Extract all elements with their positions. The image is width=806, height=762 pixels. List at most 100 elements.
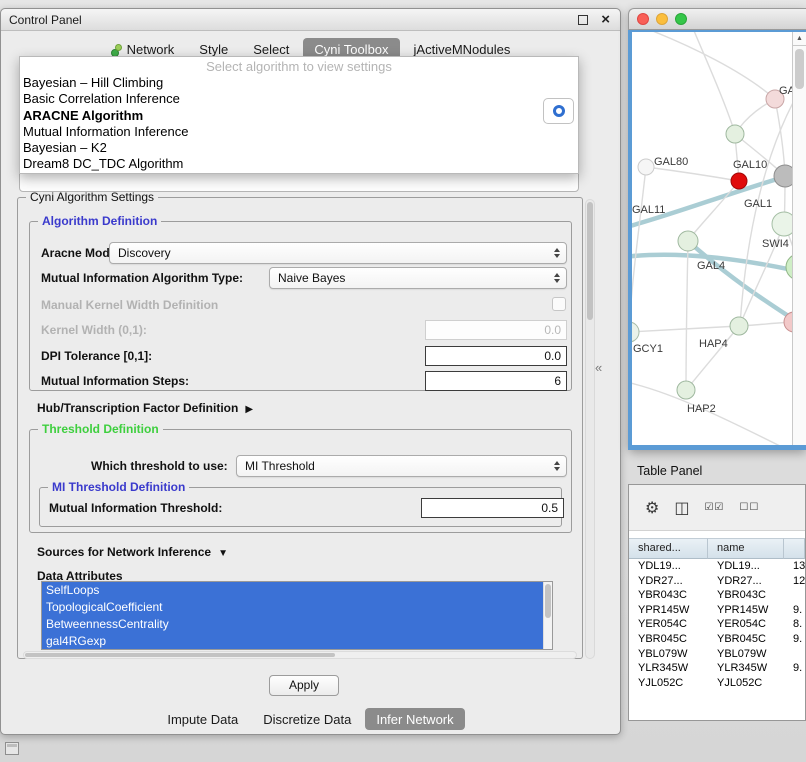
table-panel: ⚙ ◫ ☑☑ ☐☐ shared...name YDL19...YDL19...…	[628, 484, 806, 721]
network-node-gal10[interactable]	[731, 173, 747, 189]
dpi-tolerance-input[interactable]: 0.0	[425, 346, 567, 366]
network-edge[interactable]	[688, 241, 792, 321]
collapse-panel-icon[interactable]: «	[595, 360, 602, 375]
table-row[interactable]: YDL19...YDL19...13	[629, 559, 805, 574]
mi-threshold-input[interactable]: 0.5	[421, 498, 564, 518]
scrollbar-thumb[interactable]	[795, 49, 804, 89]
algorithm-option-dream8-dc-tdc-algorithm[interactable]: Dream8 DC_TDC Algorithm	[20, 156, 578, 172]
close-traffic-light-icon[interactable]	[637, 13, 649, 25]
tab-infer-network[interactable]: Infer Network	[365, 708, 464, 730]
select-columns-icon[interactable]: ☑☑	[704, 502, 724, 513]
aracne-mode-select[interactable]: Discovery	[109, 242, 567, 264]
minimized-window-icon[interactable]	[5, 742, 19, 755]
network-edge[interactable]	[632, 326, 739, 332]
table-cell: YDL19...	[708, 559, 784, 574]
table-cell: 9.	[784, 632, 805, 647]
mi-algorithm-type-select[interactable]: Naive Bayes	[269, 267, 567, 289]
tab-label: Impute Data	[167, 712, 238, 727]
kernel-width-input[interactable]: 0.0	[425, 320, 567, 340]
network-edge[interactable]	[632, 167, 646, 331]
mi-steps-input[interactable]: 6	[425, 371, 567, 391]
network-window-titlebar[interactable]	[628, 8, 806, 30]
column-header[interactable]: shared...	[629, 538, 708, 559]
table-row[interactable]: YPR145WYPR145W9.	[629, 603, 805, 618]
algorithm-option-mutual-information-inference[interactable]: Mutual Information Inference	[20, 124, 578, 140]
network-vertical-scrollbar[interactable]: ▲	[792, 32, 806, 445]
network-node[interactable]	[726, 125, 744, 143]
column-header[interactable]	[784, 538, 805, 559]
table-row[interactable]: YDR27...YDR27...12	[629, 574, 805, 589]
network-node-hap2[interactable]	[677, 381, 695, 399]
algorithm-info-button[interactable]	[543, 98, 574, 124]
network-edge[interactable]	[640, 32, 775, 99]
column-header[interactable]: name	[708, 538, 784, 559]
network-edge[interactable]	[690, 181, 739, 238]
network-edge[interactable]	[646, 167, 739, 181]
data-attribute-item[interactable]: SelfLoops	[42, 582, 543, 599]
scrollbar-thumb[interactable]	[25, 653, 335, 657]
network-node[interactable]	[730, 317, 748, 335]
dpi-tolerance-label: DPI Tolerance [0,1]:	[41, 345, 152, 367]
network-edge[interactable]	[687, 326, 739, 389]
network-node-gal4[interactable]	[678, 231, 698, 251]
tab-impute-data[interactable]: Impute Data	[156, 708, 249, 730]
scrollbar-thumb[interactable]	[587, 202, 593, 320]
control-panel-window: Control Panel × NetworkStyleSelectCyni T…	[0, 8, 621, 735]
network-node[interactable]	[638, 159, 654, 175]
scrollbar-thumb[interactable]	[545, 584, 551, 618]
hub-definition-toggle[interactable]: Hub/Transcription Factor Definition▶	[37, 401, 253, 415]
tab-label: Select	[253, 42, 289, 57]
list-vertical-scrollbar[interactable]	[543, 582, 552, 649]
which-threshold-label: Which threshold to use:	[91, 455, 228, 477]
table-row[interactable]: YLR345WYLR345W9.	[629, 661, 805, 676]
algorithm-definition-title: Algorithm Definition	[38, 214, 161, 228]
which-threshold-select[interactable]: MI Threshold	[236, 455, 567, 477]
tab-label: Network	[127, 42, 175, 57]
zoom-traffic-light-icon[interactable]	[675, 13, 687, 25]
apply-button[interactable]: Apply	[269, 675, 339, 696]
float-window-icon[interactable]	[578, 15, 588, 25]
deselect-columns-icon[interactable]: ☐☐	[739, 502, 759, 513]
network-node-gcy1[interactable]	[632, 322, 639, 342]
algorithm-option-basic-correlation-inference[interactable]: Basic Correlation Inference	[20, 91, 578, 107]
algorithm-option-bayesian-hill-climbing[interactable]: Bayesian – Hill Climbing	[20, 75, 578, 91]
threshold-definition-title: Threshold Definition	[38, 422, 163, 436]
table-cell: YPR145W	[629, 603, 708, 618]
settings-vertical-scrollbar[interactable]	[585, 199, 595, 659]
scroll-up-icon[interactable]: ▲	[793, 32, 806, 46]
table-row[interactable]: YBR045CYBR045C9.	[629, 632, 805, 647]
tab-label: Cyni Toolbox	[314, 42, 388, 57]
columns-icon[interactable]: ◫	[674, 498, 689, 518]
mi-algorithm-type-label: Mutual Information Algorithm Type:	[41, 267, 243, 289]
table-row[interactable]: YJL052CYJL052C	[629, 676, 805, 691]
algorithm-option-bayesian-k2[interactable]: Bayesian – K2	[20, 140, 578, 156]
table-cell: 9.	[784, 603, 805, 618]
data-attribute-item[interactable]: BetweennessCentrality	[42, 616, 543, 633]
gear-icon[interactable]: ⚙	[645, 498, 659, 518]
table-cell: YDL19...	[629, 559, 708, 574]
network-edge[interactable]	[686, 241, 688, 390]
table-row[interactable]: YBR043CYBR043C	[629, 588, 805, 603]
network-node[interactable]	[774, 165, 792, 187]
tab-discretize-data[interactable]: Discretize Data	[252, 708, 362, 730]
manual-kernel-width-checkbox[interactable]	[552, 297, 566, 311]
table-row[interactable]: YBL079WYBL079W	[629, 647, 805, 662]
table-row[interactable]: YER054CYER054C8.	[629, 617, 805, 632]
network-edge[interactable]	[692, 32, 735, 133]
table-cell: YLR345W	[629, 661, 708, 676]
minimize-traffic-light-icon[interactable]	[656, 13, 668, 25]
control-panel-titlebar[interactable]: Control Panel ×	[1, 9, 620, 31]
data-attributes-list[interactable]: SelfLoopsTopologicalCoefficientBetweenne…	[41, 581, 553, 650]
data-attribute-item[interactable]: TopologicalCoefficient	[42, 599, 543, 616]
network-node-gal1[interactable]	[772, 212, 792, 236]
network-edge[interactable]	[775, 99, 785, 176]
data-attribute-item[interactable]: gal4RGexp	[42, 633, 543, 650]
network-canvas[interactable]: GALGAL80GAL10GAL11GAL1SWI4GAL4GCY1HAP4HA…	[632, 32, 792, 445]
horizontal-scrollbar[interactable]	[23, 651, 577, 659]
sources-toggle[interactable]: Sources for Network Inference▼	[37, 545, 228, 559]
algorithm-option-aracne-algorithm[interactable]: ARACNE Algorithm	[20, 108, 578, 124]
close-icon[interactable]: ×	[601, 10, 610, 30]
sources-label: Sources for Network Inference	[37, 545, 211, 559]
table-cell	[784, 647, 805, 662]
node-label: GAL1	[744, 198, 772, 210]
